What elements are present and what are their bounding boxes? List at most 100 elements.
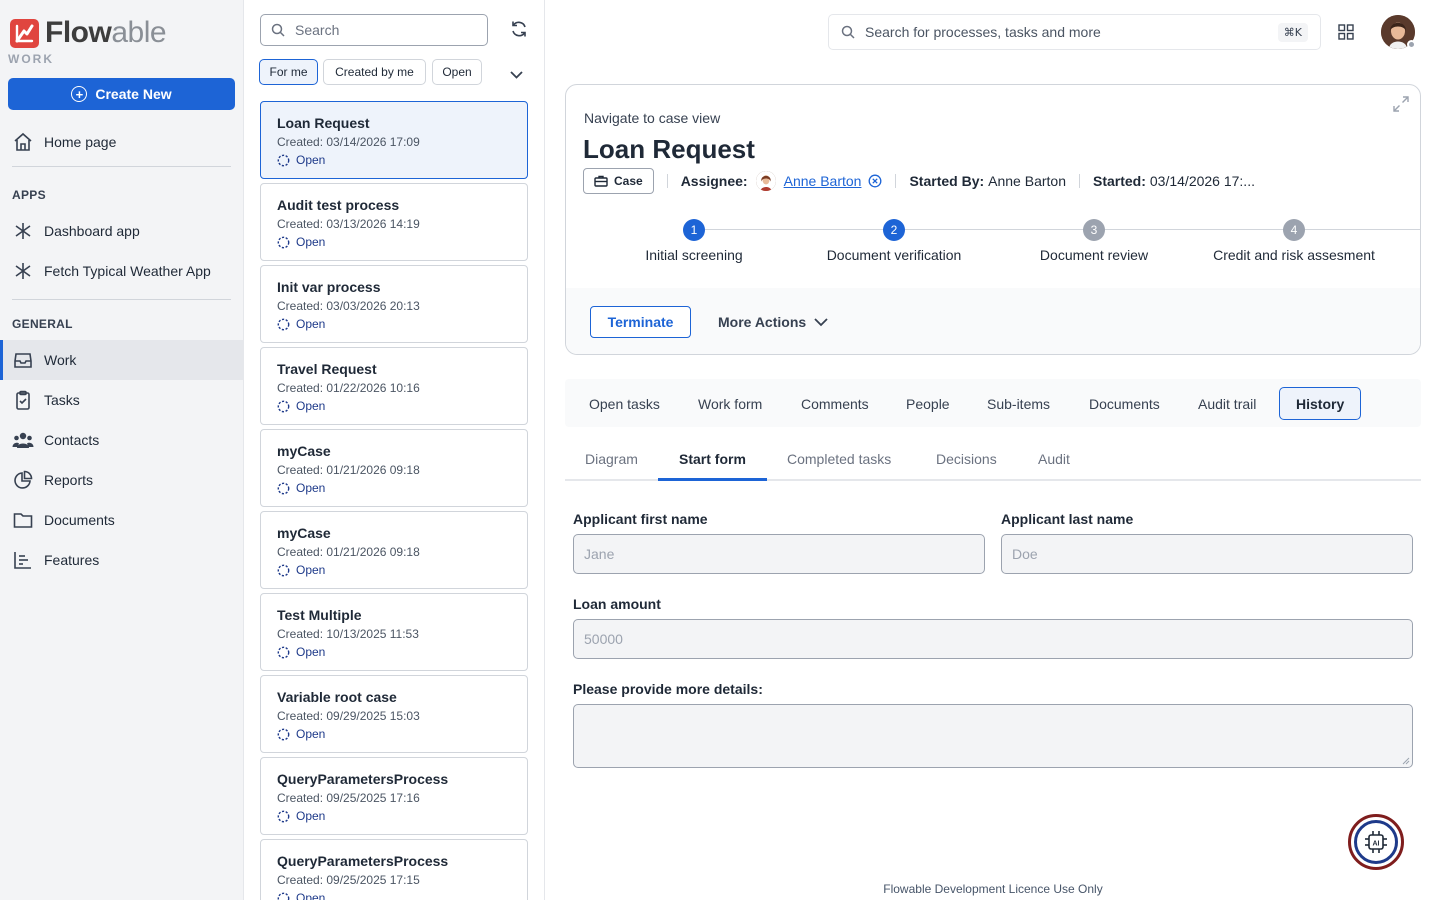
list-item-title: Init var process bbox=[277, 279, 381, 295]
list-search-input[interactable]: Search bbox=[260, 14, 488, 46]
first-name-field[interactable]: Jane bbox=[573, 534, 985, 574]
tab-history[interactable]: History bbox=[1279, 387, 1362, 420]
active-subtab-indicator bbox=[658, 478, 767, 481]
create-new-button[interactable]: + Create New bbox=[8, 78, 235, 110]
sidebar-item-label: Work bbox=[44, 352, 77, 368]
case-type-label: Case bbox=[614, 174, 643, 188]
list-item[interactable]: Variable root case Created: 09/29/2025 15… bbox=[260, 675, 528, 753]
apps-grid-icon[interactable] bbox=[1338, 24, 1354, 43]
list-item[interactable]: Init var process Created: 03/03/2026 20:1… bbox=[260, 265, 528, 343]
sidebar-item-fetch-weather-app[interactable]: Fetch Typical Weather App bbox=[0, 251, 243, 291]
ai-assistant-button[interactable]: AI bbox=[1348, 814, 1404, 870]
subtab-diagram[interactable]: Diagram bbox=[585, 451, 638, 467]
list-item-created: Created: 09/25/2025 17:16 bbox=[277, 791, 420, 805]
filter-open[interactable]: Open bbox=[432, 59, 482, 85]
list-item[interactable]: myCase Created: 01/21/2026 09:18 Open bbox=[260, 429, 528, 507]
sidebar-item-features[interactable]: Features bbox=[0, 540, 243, 580]
sidebar-item-label: Home page bbox=[44, 134, 117, 150]
subtab-start-form[interactable]: Start form bbox=[679, 451, 746, 467]
plus-circle-icon: + bbox=[71, 86, 88, 102]
divider bbox=[12, 299, 231, 300]
status-open-icon bbox=[277, 318, 290, 330]
tab-work-form[interactable]: Work form bbox=[698, 387, 762, 420]
list-item[interactable]: QueryParametersProcess Created: 09/25/202… bbox=[260, 757, 528, 835]
sidebar-item-work[interactable]: Work bbox=[0, 340, 243, 380]
list-item-created: Created: 03/03/2026 20:13 bbox=[277, 299, 420, 313]
work-list-panel: Search For me Created by me Open Loan Re… bbox=[244, 0, 545, 900]
flowable-logo[interactable]: Flowable bbox=[10, 18, 167, 48]
status-open-icon bbox=[277, 236, 290, 248]
sidebar-item-home[interactable]: Home page bbox=[0, 122, 243, 162]
list-item-created: Created: 01/21/2026 09:18 bbox=[277, 463, 420, 477]
sidebar-item-tasks[interactable]: Tasks bbox=[0, 380, 243, 420]
list-item[interactable]: QueryParametersProcess Created: 09/25/202… bbox=[260, 839, 528, 900]
sidebar-item-reports[interactable]: Reports bbox=[0, 460, 243, 500]
started-value: 03/14/2026 17:... bbox=[1149, 173, 1255, 189]
list-item[interactable]: Test Multiple Created: 10/13/2025 11:53 Op… bbox=[260, 593, 528, 671]
global-search-input[interactable]: Search for processes, tasks and more ⌘K bbox=[828, 14, 1321, 50]
last-name-field[interactable]: Doe bbox=[1001, 534, 1413, 574]
tab-open-tasks[interactable]: Open tasks bbox=[589, 387, 660, 420]
expand-icon[interactable] bbox=[1392, 95, 1410, 116]
sidebar-item-dashboard-app[interactable]: Dashboard app bbox=[0, 211, 243, 251]
stage-step-number[interactable]: 3 bbox=[1083, 219, 1105, 241]
ai-chip-icon: AI bbox=[1354, 820, 1398, 864]
last-name-label: Applicant last name bbox=[1001, 511, 1134, 527]
list-item[interactable]: Loan Request Created: 03/14/2026 17:09 Ope… bbox=[260, 101, 528, 179]
started-label: Started: bbox=[1092, 173, 1146, 189]
list-item-status: Open bbox=[277, 399, 527, 413]
loan-amount-label: Loan amount bbox=[573, 596, 661, 612]
people-icon bbox=[12, 429, 34, 451]
chevron-down-icon bbox=[814, 317, 828, 326]
list-item[interactable]: Travel Request Created: 01/22/2026 10:16 O… bbox=[260, 347, 528, 425]
list-item-status-label: Open bbox=[296, 891, 326, 900]
sidebar-item-label: Dashboard app bbox=[44, 223, 140, 239]
list-item[interactable]: Audit test process Created: 03/13/2026 14… bbox=[260, 183, 528, 261]
stage-step-number[interactable]: 1 bbox=[683, 219, 705, 241]
stage-step-number[interactable]: 2 bbox=[883, 219, 905, 241]
chevron-down-icon[interactable] bbox=[510, 66, 523, 82]
list-item-status-label: Open bbox=[296, 809, 326, 823]
case-header-panel: Navigate to case view Loan Request Case … bbox=[565, 84, 1421, 355]
tab-people[interactable]: People bbox=[906, 387, 950, 420]
navigate-to-case-link[interactable]: Navigate to case view bbox=[584, 110, 720, 126]
global-search-placeholder: Search for processes, tasks and more bbox=[865, 24, 1101, 40]
remove-assignee-icon[interactable] bbox=[868, 174, 882, 188]
subtab-audit[interactable]: Audit bbox=[1038, 451, 1070, 467]
create-new-label: Create New bbox=[95, 86, 172, 102]
terminate-button[interactable]: Terminate bbox=[590, 306, 691, 338]
stage-step-label: Credit and risk assesment bbox=[1213, 247, 1375, 263]
sidebar-item-contacts[interactable]: Contacts bbox=[0, 420, 243, 460]
list-item-status: Open bbox=[277, 891, 527, 900]
list-item-created: Created: 09/25/2025 17:15 bbox=[277, 873, 420, 887]
refresh-icon[interactable] bbox=[510, 20, 528, 41]
assignee-link[interactable]: Anne Barton bbox=[784, 173, 862, 189]
stage-step-number[interactable]: 4 bbox=[1283, 219, 1305, 241]
search-icon bbox=[271, 23, 285, 37]
list-item-created: Created: 01/21/2026 09:18 bbox=[277, 545, 420, 559]
tab-audit-trail[interactable]: Audit trail bbox=[1198, 387, 1256, 420]
subtab-completed-tasks[interactable]: Completed tasks bbox=[787, 451, 891, 467]
more-actions-button[interactable]: More Actions bbox=[718, 314, 828, 330]
stage-track bbox=[705, 229, 1420, 230]
folder-icon bbox=[12, 509, 34, 531]
tab-comments[interactable]: Comments bbox=[801, 387, 869, 420]
status-open-icon bbox=[277, 728, 290, 740]
list-item[interactable]: myCase Created: 01/21/2026 09:18 Open bbox=[260, 511, 528, 589]
list-item-created: Created: 01/22/2026 10:16 bbox=[277, 381, 420, 395]
filter-for-me[interactable]: For me bbox=[259, 59, 318, 85]
list-item-status: Open bbox=[277, 645, 527, 659]
details-textarea[interactable] bbox=[573, 704, 1413, 768]
filter-created-by-me[interactable]: Created by me bbox=[323, 59, 426, 85]
tab-documents[interactable]: Documents bbox=[1089, 387, 1160, 420]
list-item-status: Open bbox=[277, 153, 527, 167]
tab-sub-items[interactable]: Sub-items bbox=[987, 387, 1050, 420]
list-item-created: Created: 09/29/2025 15:03 bbox=[277, 709, 420, 723]
list-item-title: Variable root case bbox=[277, 689, 397, 705]
resize-handle-icon[interactable] bbox=[1402, 757, 1410, 765]
general-heading: GENERAL bbox=[12, 317, 73, 331]
sidebar-item-documents[interactable]: Documents bbox=[0, 500, 243, 540]
subtab-decisions[interactable]: Decisions bbox=[936, 451, 997, 467]
status-open-icon bbox=[277, 646, 290, 658]
loan-amount-field[interactable]: 50000 bbox=[573, 619, 1413, 659]
